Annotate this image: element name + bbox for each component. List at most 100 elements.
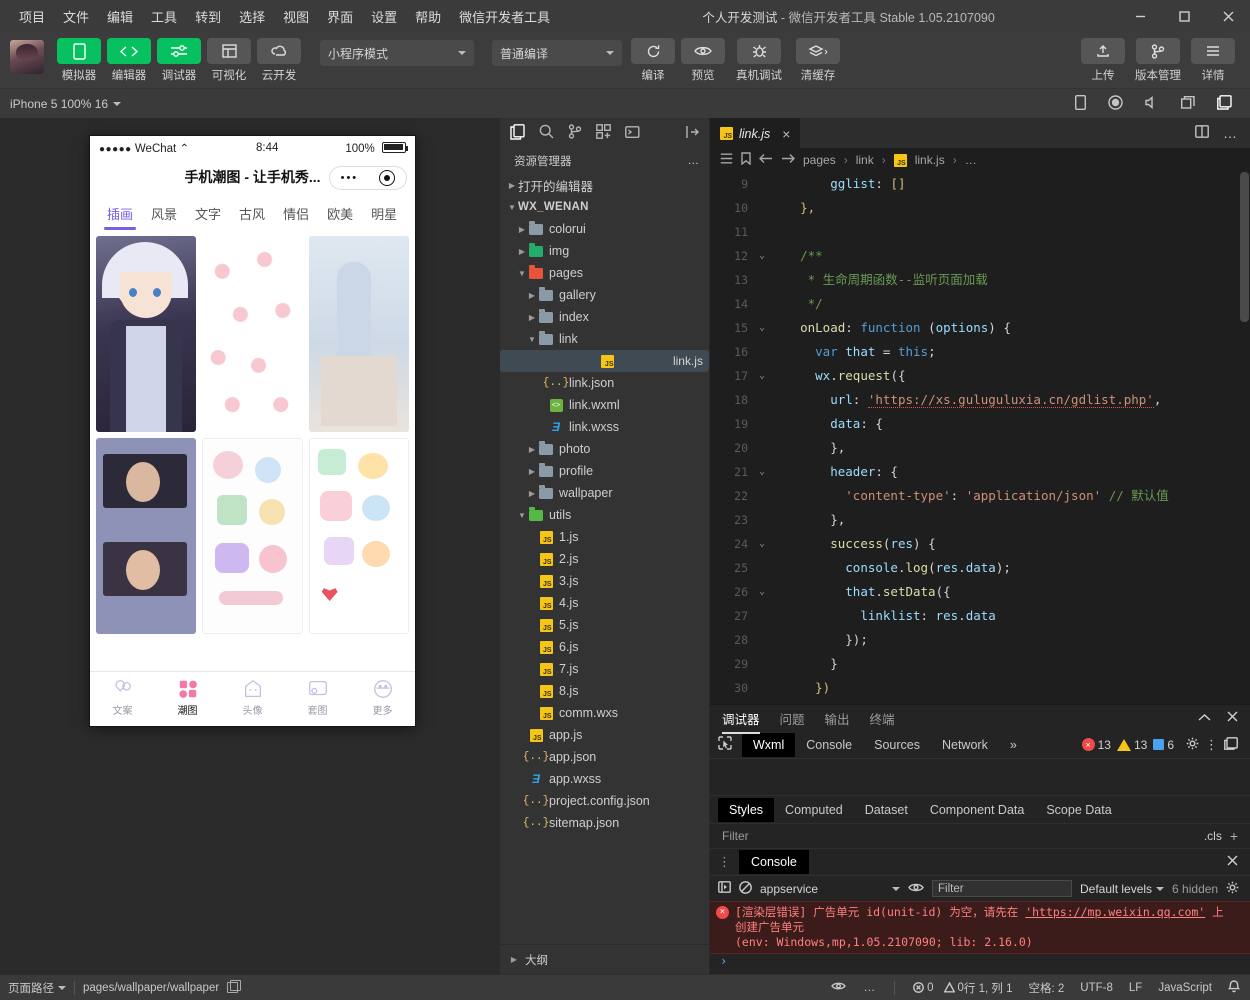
upload-button[interactable]: 上传 (1080, 38, 1126, 83)
devtools-tab-sources[interactable]: Sources (863, 733, 931, 757)
fold-toggle-icon[interactable]: ⌄ (754, 532, 770, 556)
tree-folder-utils[interactable]: ▼ utils (500, 504, 709, 526)
tree-file-link-js[interactable]: JS link.js (500, 350, 709, 372)
outline-section[interactable]: ▶ 大纲 (500, 944, 709, 974)
tree-file-8-js[interactable]: JS 8.js (500, 680, 709, 702)
compile-button[interactable]: 编译 (630, 38, 676, 83)
breadcrumb-ellipsis[interactable]: … (965, 153, 977, 167)
tree-file-1-js[interactable]: JS 1.js (500, 526, 709, 548)
editor-more-icon[interactable]: … (1223, 125, 1238, 141)
category-tab-6[interactable]: 明星 (362, 200, 406, 230)
tree-file-3-js[interactable]: JS 3.js (500, 570, 709, 592)
inspect-icon[interactable] (718, 736, 732, 753)
menu-item-interface[interactable]: 界面 (318, 3, 362, 30)
fold-toggle-icon[interactable] (754, 292, 770, 316)
tree-file-app-wxss[interactable]: Ǝapp.wxss (500, 768, 709, 790)
styles-tab-scope-data[interactable]: Scope Data (1035, 798, 1122, 822)
add-style-button[interactable]: + (1230, 828, 1238, 844)
menu-item-project[interactable]: 项目 (10, 3, 54, 30)
details-button[interactable]: 详情 (1190, 38, 1236, 83)
preview-button[interactable]: 预览 (680, 38, 726, 83)
editor-scrollbar[interactable] (1238, 172, 1250, 704)
explorer-more-icon[interactable]: … (688, 155, 700, 167)
gear-icon[interactable] (1186, 737, 1199, 753)
fold-toggle-icon[interactable] (754, 508, 770, 532)
console-filter-input[interactable]: Filter (932, 880, 1072, 897)
split-editor-icon[interactable] (1195, 125, 1209, 141)
code-line[interactable]: 19 data: { (710, 412, 1250, 436)
tabbar-item-0[interactable]: 文案 (90, 672, 155, 723)
forward-arrow-icon[interactable] (781, 153, 795, 167)
code-line[interactable]: 18 url: 'https://xs.guluguluxia.cn/gdlis… (710, 388, 1250, 412)
tree-folder-gallery[interactable]: ▶ gallery (500, 284, 709, 306)
eye-icon[interactable] (908, 882, 924, 896)
more-dots-icon[interactable]: ••• (341, 172, 359, 184)
tree-file-4-js[interactable]: JS 4.js (500, 592, 709, 614)
code-line[interactable]: 15 ⌄ onLoad: function (options) { (710, 316, 1250, 340)
tree-folder-wallpaper[interactable]: ▶ wallpaper (500, 482, 709, 504)
close-target-icon[interactable] (379, 170, 396, 186)
fold-toggle-icon[interactable] (754, 676, 770, 700)
source-control-icon[interactable] (568, 124, 582, 142)
menu-item-devtools[interactable]: 微信开发者工具 (450, 3, 559, 30)
grid-item[interactable] (96, 438, 197, 634)
bell-icon[interactable] (1227, 979, 1241, 996)
menu-item-edit[interactable]: 编辑 (98, 3, 142, 30)
fold-toggle-icon[interactable] (754, 388, 770, 412)
phone-rotate-icon[interactable] (1074, 94, 1087, 113)
status-problem-counts[interactable]: 0 0 (913, 982, 964, 994)
collapse-icon[interactable] (685, 125, 699, 142)
code-line[interactable]: 16 var that = this; (710, 340, 1250, 364)
maximize-button[interactable] (1162, 0, 1206, 32)
grid-item[interactable] (308, 236, 409, 432)
code-line[interactable]: 17 ⌄ wx.request({ (710, 364, 1250, 388)
warning-count-badge[interactable]: 13 (1116, 738, 1147, 752)
devtools-tab-network[interactable]: Network (931, 733, 999, 757)
simulator-button[interactable]: 模拟器 (56, 38, 102, 83)
outline-toggle-icon[interactable] (720, 153, 733, 167)
menu-item-view[interactable]: 视图 (274, 3, 318, 30)
panel-tab-problems[interactable]: 问题 (780, 709, 805, 728)
code-line[interactable]: 9 gglist: [] (710, 172, 1250, 196)
panel-tab-debugger[interactable]: 调试器 (722, 709, 760, 734)
code-line[interactable]: 10 }, (710, 196, 1250, 220)
panel-tab-terminal[interactable]: 终端 (870, 709, 895, 728)
menu-item-goto[interactable]: 转到 (186, 3, 230, 30)
debugger-button[interactable]: 调试器 (156, 38, 202, 83)
console-tab[interactable]: Console (739, 850, 809, 874)
category-tab-0[interactable]: 插画 (98, 200, 142, 230)
tree-file-6-js[interactable]: JS 6.js (500, 636, 709, 658)
close-icon[interactable]: × (782, 126, 790, 142)
console-input-prompt[interactable]: › (710, 954, 1250, 974)
devtools-overflow[interactable]: » (999, 733, 1028, 757)
tree-folder-img[interactable]: ▶ img (500, 240, 709, 262)
debug-icon[interactable] (625, 125, 640, 142)
fold-toggle-icon[interactable]: ⌄ (754, 364, 770, 388)
tree-folder-index[interactable]: ▶ index (500, 306, 709, 328)
menu-item-tools[interactable]: 工具 (142, 3, 186, 30)
devtools-tab-wxml[interactable]: Wxml (742, 732, 796, 757)
tree-file-link-wxml[interactable]: <> link.wxml (500, 394, 709, 416)
tabbar-item-1[interactable]: 潮图 (155, 672, 220, 723)
breadcrumb-file[interactable]: link.js (915, 153, 945, 167)
grid-item[interactable] (202, 236, 303, 432)
breadcrumb-pages[interactable]: pages (803, 153, 836, 167)
extensions-icon[interactable] (596, 124, 611, 142)
tree-folder-photo[interactable]: ▶ photo (500, 438, 709, 460)
page-path-selector[interactable]: 页面路径 (8, 980, 66, 996)
fold-toggle-icon[interactable]: ⌄ (754, 244, 770, 268)
minimize-button[interactable] (1118, 0, 1162, 32)
grid-item[interactable] (308, 438, 409, 634)
wechat-capsule[interactable]: ••• (329, 166, 407, 190)
files-icon[interactable] (510, 123, 525, 143)
user-avatar[interactable] (10, 40, 44, 74)
code-line[interactable]: 29 } (710, 652, 1250, 676)
search-icon[interactable] (539, 124, 554, 142)
code-line[interactable]: 21 ⌄ header: { (710, 460, 1250, 484)
console-levels-select[interactable]: Default levels (1080, 882, 1165, 896)
code-editor[interactable]: 9 gglist: [] 10 }, 11 12 ⌄ /** 13 * 生命周期函数--监… (710, 172, 1250, 704)
editor-tab-linkjs[interactable]: JS link.js × (710, 118, 801, 148)
tree-file-2-js[interactable]: JS 2.js (500, 548, 709, 570)
kebab-icon[interactable]: ⋮ (1205, 738, 1218, 751)
styles-tab-component-data[interactable]: Component Data (919, 798, 1036, 822)
